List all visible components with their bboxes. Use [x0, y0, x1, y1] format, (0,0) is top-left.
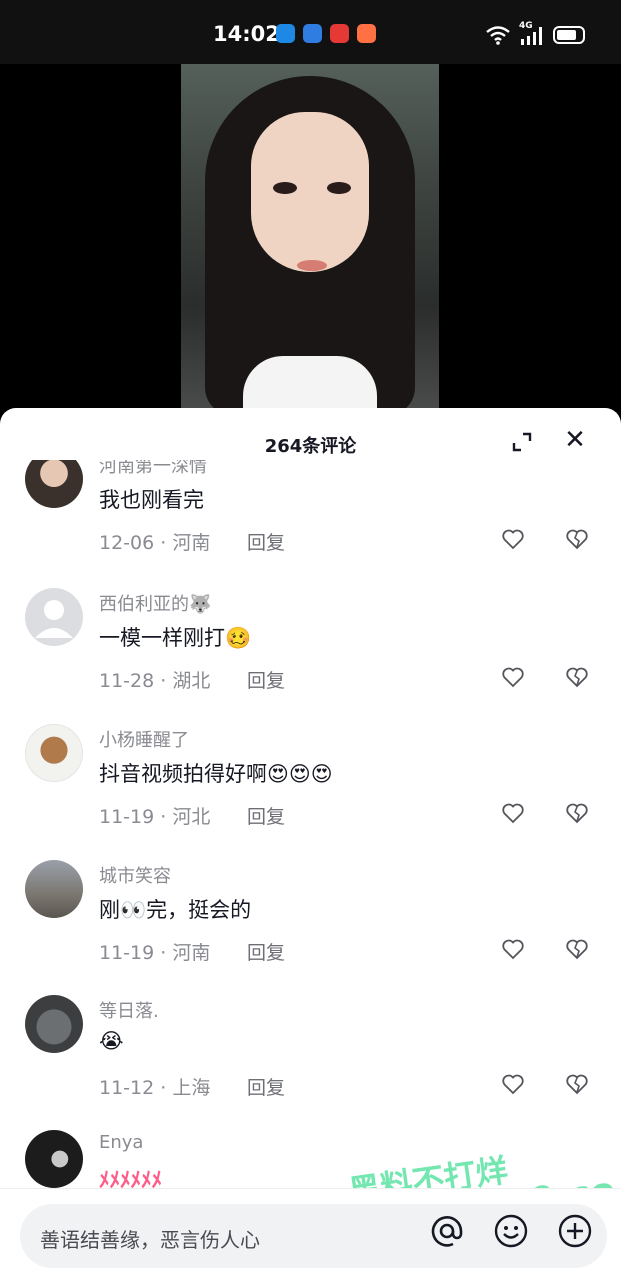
comment-meta: 11-12 · 上海: [99, 1077, 211, 1099]
comment-text: 一模一样刚打🥴: [99, 626, 252, 650]
dislike-icon[interactable]: [565, 937, 589, 961]
comment-text: 抖音视频拍得好啊😍😍😍: [99, 762, 333, 786]
orange-app-icon: [357, 24, 376, 43]
mention-icon[interactable]: [429, 1213, 465, 1249]
avatar[interactable]: [25, 1130, 83, 1188]
avatar[interactable]: [25, 995, 83, 1053]
comment-item: 西伯利亚的🐺 一模一样刚打🥴 11-28 · 湖北 回复: [0, 588, 621, 718]
comments-sheet: 264条评论 ✕ 河南第一深情 我也刚看完 12-06 · 河南 回复 西伯利亚…: [0, 408, 621, 1280]
comment-item: 城市笑容 刚👀完，挺会的 11-19 · 河南 回复: [0, 860, 621, 990]
comment-meta: 11-19 · 河南: [99, 942, 211, 964]
comment-list[interactable]: 河南第一深情 我也刚看完 12-06 · 河南 回复 西伯利亚的🐺 一模一样刚打…: [0, 460, 621, 1190]
comment-input-bar: 善语结善缘，恶言伤人心: [0, 1188, 621, 1281]
avatar[interactable]: [25, 860, 83, 918]
avatar[interactable]: [25, 460, 83, 508]
comment-username[interactable]: Enya: [99, 1132, 143, 1153]
status-bar: 14:02 4G: [0, 0, 621, 64]
comment-meta: 11-19 · 河北: [99, 806, 211, 828]
wifi-icon: [486, 26, 510, 45]
status-time: 14:02: [213, 22, 280, 46]
reply-button[interactable]: 回复: [247, 802, 285, 829]
comment-text: 😭: [99, 1029, 124, 1053]
heart-icon[interactable]: [501, 665, 525, 689]
comment-text: 我也刚看完: [99, 488, 204, 512]
comment-item: 等日落. 😭 11-12 · 上海 回复: [0, 995, 621, 1125]
message-app-icon: [276, 24, 295, 43]
comment-item: 河南第一深情 我也刚看完 12-06 · 河南 回复: [0, 460, 621, 580]
close-icon[interactable]: ✕: [563, 427, 587, 453]
emoji-icon[interactable]: [493, 1213, 529, 1249]
reply-button[interactable]: 回复: [247, 1073, 285, 1100]
expand-icon[interactable]: [512, 432, 532, 452]
reply-button[interactable]: 回复: [247, 938, 285, 965]
dislike-icon[interactable]: [565, 665, 589, 689]
avatar[interactable]: [25, 724, 83, 782]
comment-meta: 12-06 · 河南: [99, 532, 211, 554]
dislike-icon[interactable]: [565, 527, 589, 551]
comment-username[interactable]: 等日落.: [99, 997, 159, 1023]
notification-icons: [276, 24, 376, 43]
avatar[interactable]: [25, 588, 83, 646]
comment-meta: 11-28 · 湖北: [99, 670, 211, 692]
dislike-icon[interactable]: [565, 801, 589, 825]
reply-button[interactable]: 回复: [247, 666, 285, 693]
heart-icon[interactable]: [501, 937, 525, 961]
comment-username[interactable]: 小杨睡醒了: [99, 726, 189, 752]
heart-icon[interactable]: [501, 1072, 525, 1096]
heart-icon[interactable]: [501, 801, 525, 825]
comment-text: 刚👀完，挺会的: [99, 898, 252, 922]
dislike-icon[interactable]: [565, 1072, 589, 1096]
comment-username[interactable]: 西伯利亚的🐺: [99, 590, 211, 616]
heart-icon[interactable]: [501, 527, 525, 551]
reply-button[interactable]: 回复: [247, 528, 285, 555]
comment-item: 小杨睡醒了 抖音视频拍得好啊😍😍😍 11-19 · 河北 回复: [0, 724, 621, 854]
status-right: 4G: [485, 21, 585, 46]
video-preview[interactable]: [181, 64, 439, 410]
battery-icon: [553, 26, 585, 44]
red-app-icon: [330, 24, 349, 43]
default-avatar-icon: [35, 600, 73, 638]
cellular-signal: 4G: [519, 21, 545, 46]
comment-text: ﾒﾒﾒﾒﾒﾒ: [99, 1168, 162, 1190]
comment-username[interactable]: 城市笑容: [99, 862, 171, 888]
add-icon[interactable]: [557, 1213, 593, 1249]
comment-username[interactable]: 河南第一深情: [99, 460, 207, 478]
browser-app-icon: [303, 24, 322, 43]
network-type: 4G: [519, 21, 533, 31]
comment-input-placeholder: 善语结善缘，恶言伤人心: [40, 1228, 260, 1252]
